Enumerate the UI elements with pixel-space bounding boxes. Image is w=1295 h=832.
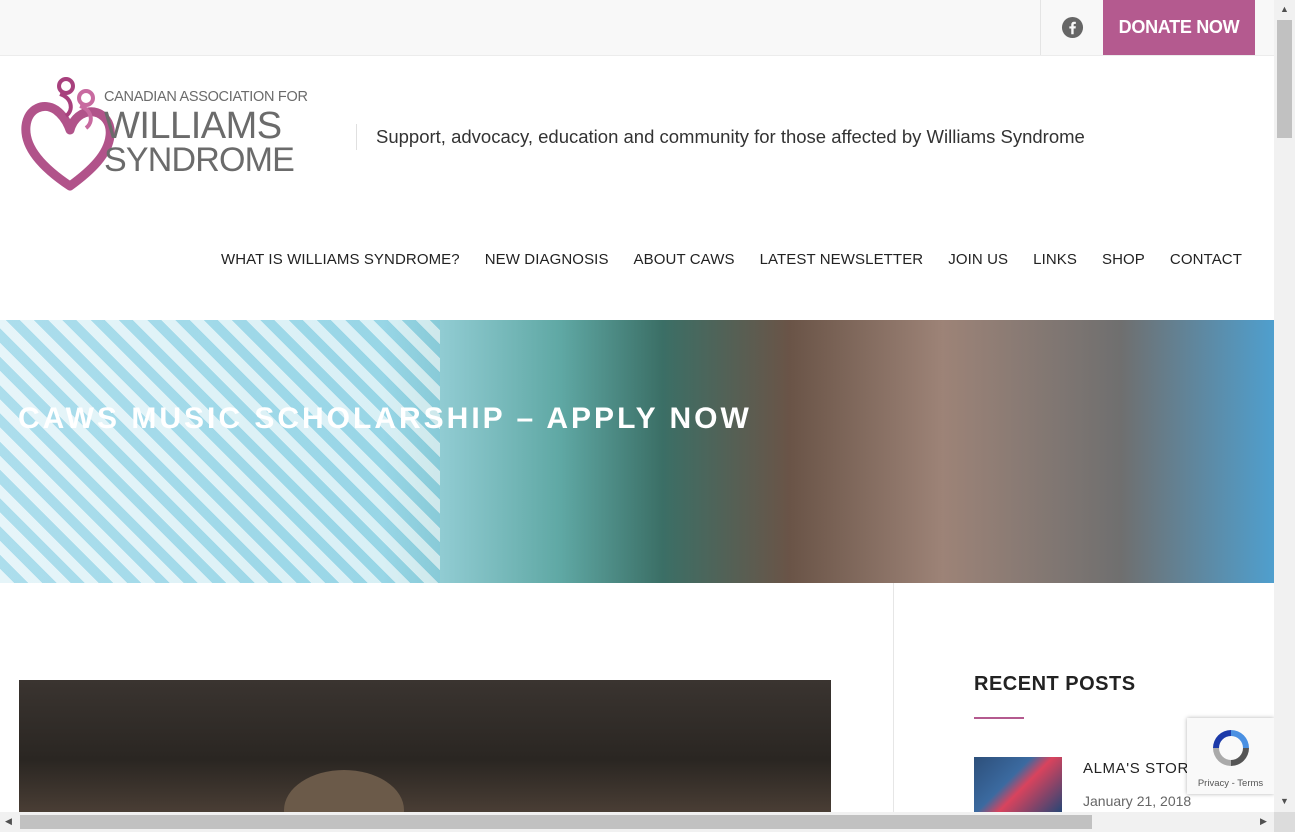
nav-item-new-diagnosis[interactable]: NEW DIAGNOSIS	[485, 251, 609, 268]
hero-background-pattern	[0, 320, 440, 583]
hero-banner: CAWS MUSIC SCHOLARSHIP – APPLY NOW	[0, 320, 1274, 583]
donate-now-button[interactable]: DONATE NOW	[1103, 0, 1255, 55]
vertical-scroll-thumb[interactable]	[1277, 20, 1292, 138]
site-tagline: Support, advocacy, education and communi…	[376, 126, 1085, 147]
recaptcha-terms-link[interactable]: Terms	[1237, 778, 1263, 789]
recaptcha-links: Privacy - Terms	[1187, 778, 1274, 789]
nav-item-what-is-williams-syndrome[interactable]: WHAT IS WILLIAMS SYNDROME?	[221, 251, 460, 268]
nav-item-shop[interactable]: SHOP	[1102, 251, 1145, 268]
scrollbar-corner	[1274, 812, 1295, 832]
header-divider	[356, 124, 357, 150]
main-nav: WHAT IS WILLIAMS SYNDROME? NEW DIAGNOSIS…	[196, 251, 1242, 268]
recaptcha-icon	[1213, 730, 1249, 766]
nav-item-about-caws[interactable]: ABOUT CAWS	[634, 251, 735, 268]
recaptcha-badge[interactable]: Privacy - Terms	[1187, 718, 1274, 794]
horizontal-scrollbar[interactable]: ◀ ▶	[0, 812, 1274, 832]
nav-item-join-us[interactable]: JOIN US	[948, 251, 1008, 268]
logo-line-1: CANADIAN ASSOCIATION FOR	[104, 89, 308, 105]
page-title: CAWS MUSIC SCHOLARSHIP – APPLY NOW	[18, 402, 752, 435]
vertical-scrollbar[interactable]: ▲ ▼	[1274, 0, 1295, 812]
recent-post-date: January 21, 2018	[1083, 793, 1192, 809]
scroll-right-icon[interactable]: ▶	[1260, 816, 1267, 827]
facebook-icon	[1061, 16, 1084, 39]
recent-posts-underline	[974, 717, 1024, 719]
logo-line-2: WILLIAMS	[104, 104, 282, 147]
facebook-link[interactable]	[1040, 0, 1104, 55]
featured-image	[19, 680, 831, 813]
logo-line-3: SYNDROME	[104, 140, 295, 179]
horizontal-scroll-thumb[interactable]	[20, 815, 1092, 829]
site-logo[interactable]: CANADIAN ASSOCIATION FOR WILLIAMS SYNDRO…	[20, 76, 335, 198]
nav-item-contact[interactable]: CONTACT	[1170, 251, 1242, 268]
sidebar-divider	[893, 583, 894, 813]
scroll-left-icon[interactable]: ◀	[5, 816, 12, 827]
featured-image-subject	[284, 770, 404, 813]
nav-item-links[interactable]: LINKS	[1033, 251, 1077, 268]
logo-wordmark: CANADIAN ASSOCIATION FOR WILLIAMS SYNDRO…	[104, 90, 308, 177]
recent-post-title[interactable]: ALMA'S STORY	[1083, 760, 1199, 777]
scroll-down-icon[interactable]: ▼	[1280, 796, 1289, 806]
scroll-up-icon[interactable]: ▲	[1280, 4, 1289, 14]
nav-item-latest-newsletter[interactable]: LATEST NEWSLETTER	[760, 251, 924, 268]
recaptcha-privacy-link[interactable]: Privacy	[1198, 778, 1229, 789]
top-bar: DONATE NOW	[0, 0, 1274, 56]
recent-posts-heading: RECENT POSTS	[974, 673, 1136, 695]
recaptcha-separator: -	[1231, 778, 1235, 789]
recent-post-thumbnail[interactable]	[974, 757, 1062, 813]
